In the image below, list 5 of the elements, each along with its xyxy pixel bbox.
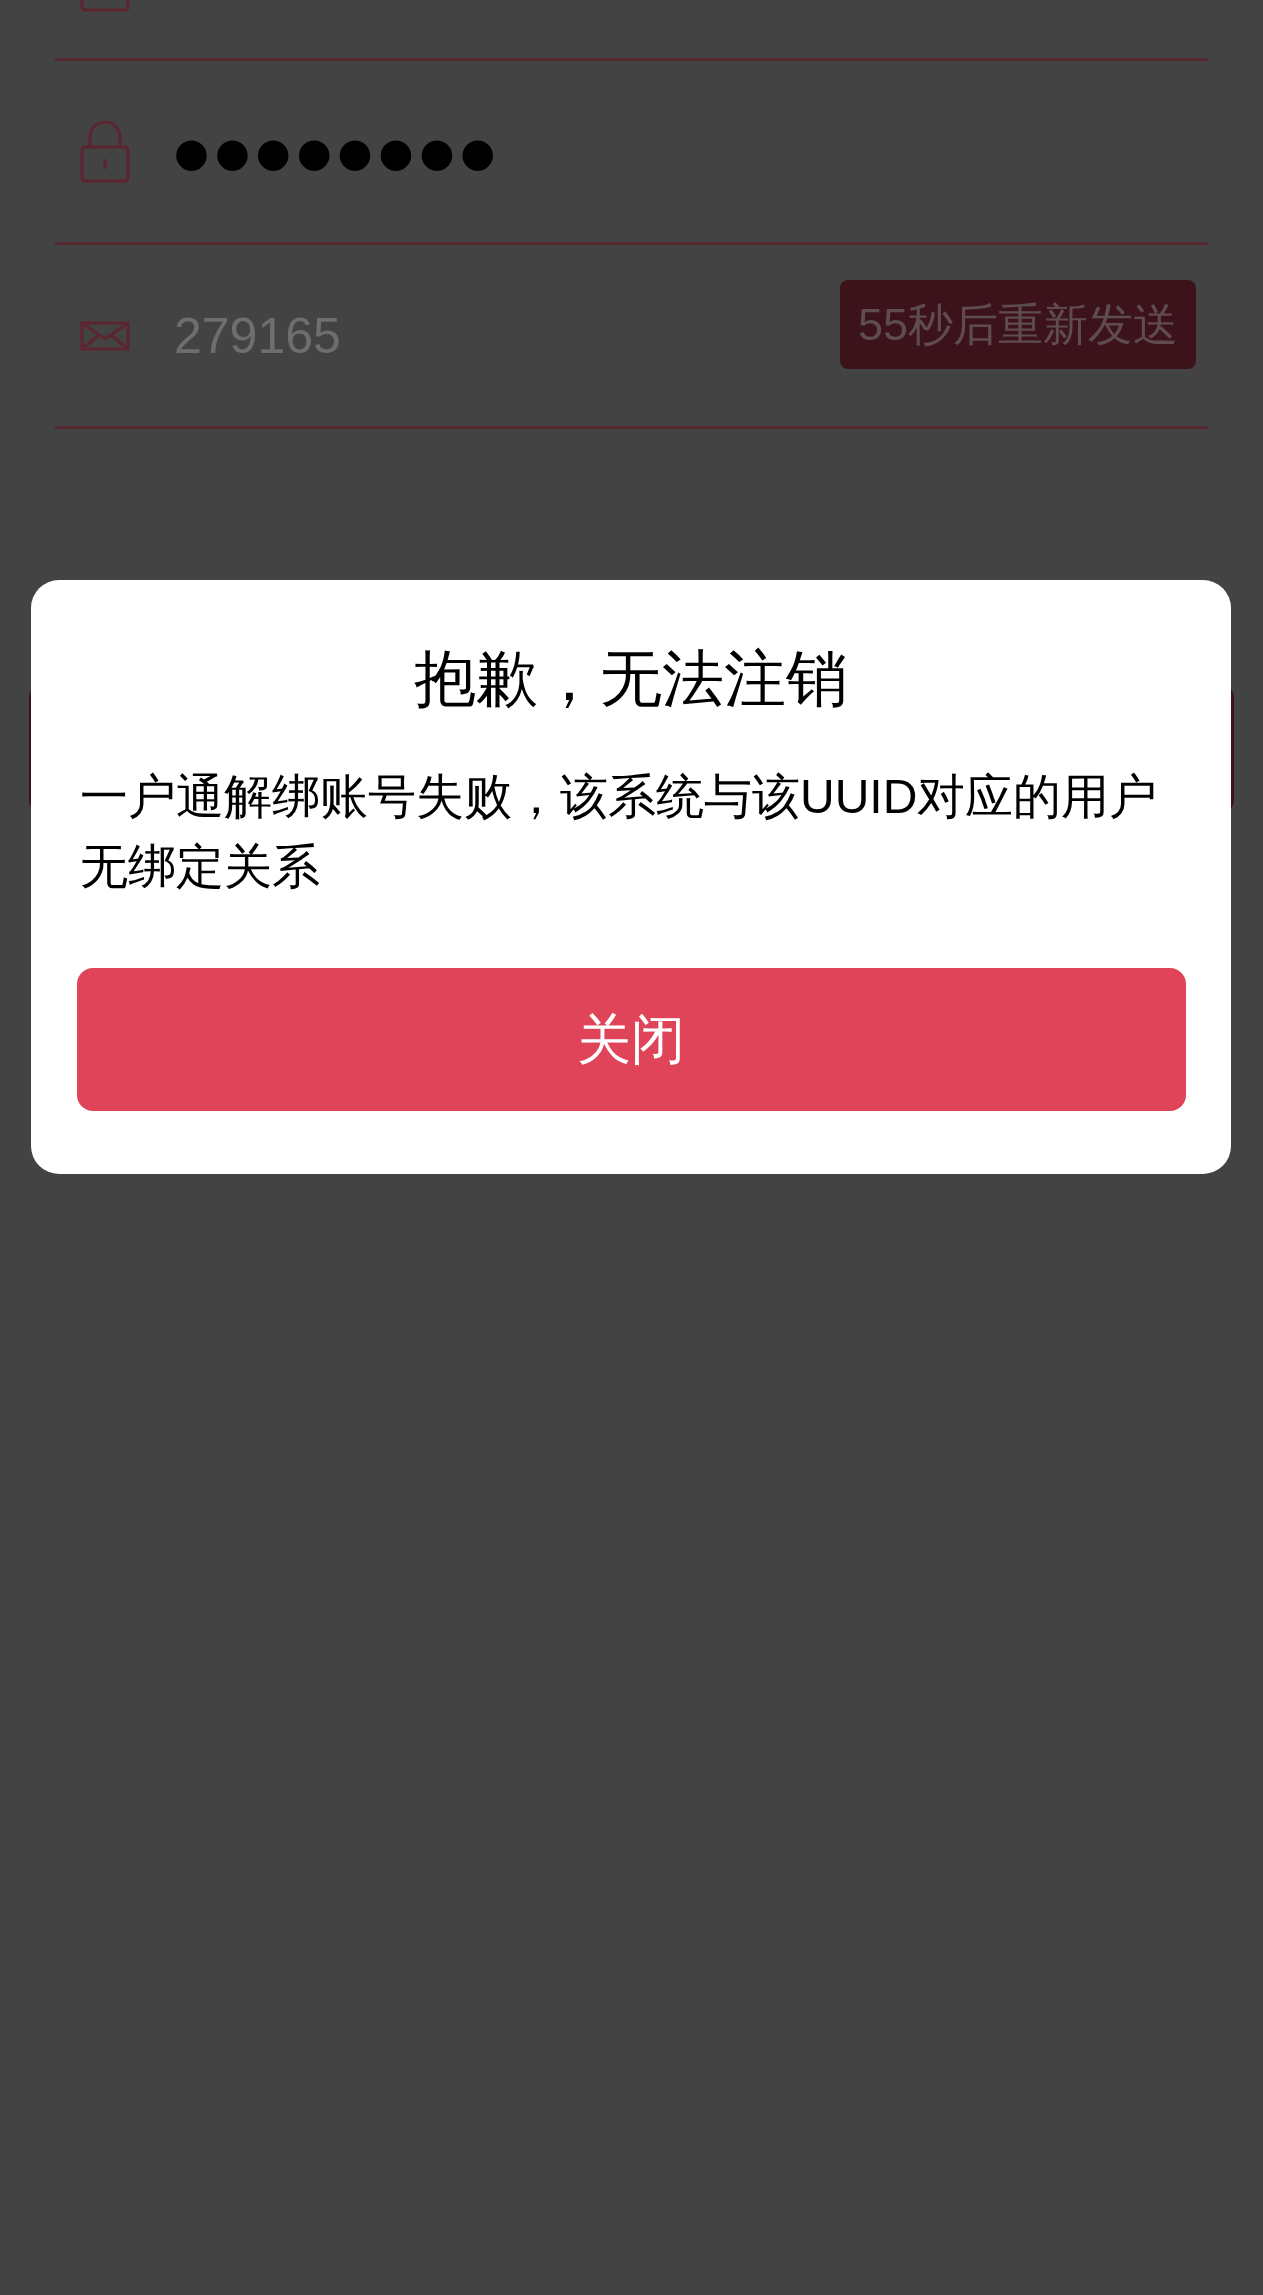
resend-code-button[interactable]: 55秒后重新发送 <box>839 280 1196 369</box>
dialog-title: 抱歉，无法注销 <box>414 648 848 710</box>
close-button[interactable]: 关闭 <box>76 968 1186 1111</box>
password-field[interactable]: ●●●●●●●● <box>174 131 502 172</box>
dialog-message: 一户通解绑账号失败，该系统与该UUID对应的用户无绑定关系 <box>80 769 1159 895</box>
